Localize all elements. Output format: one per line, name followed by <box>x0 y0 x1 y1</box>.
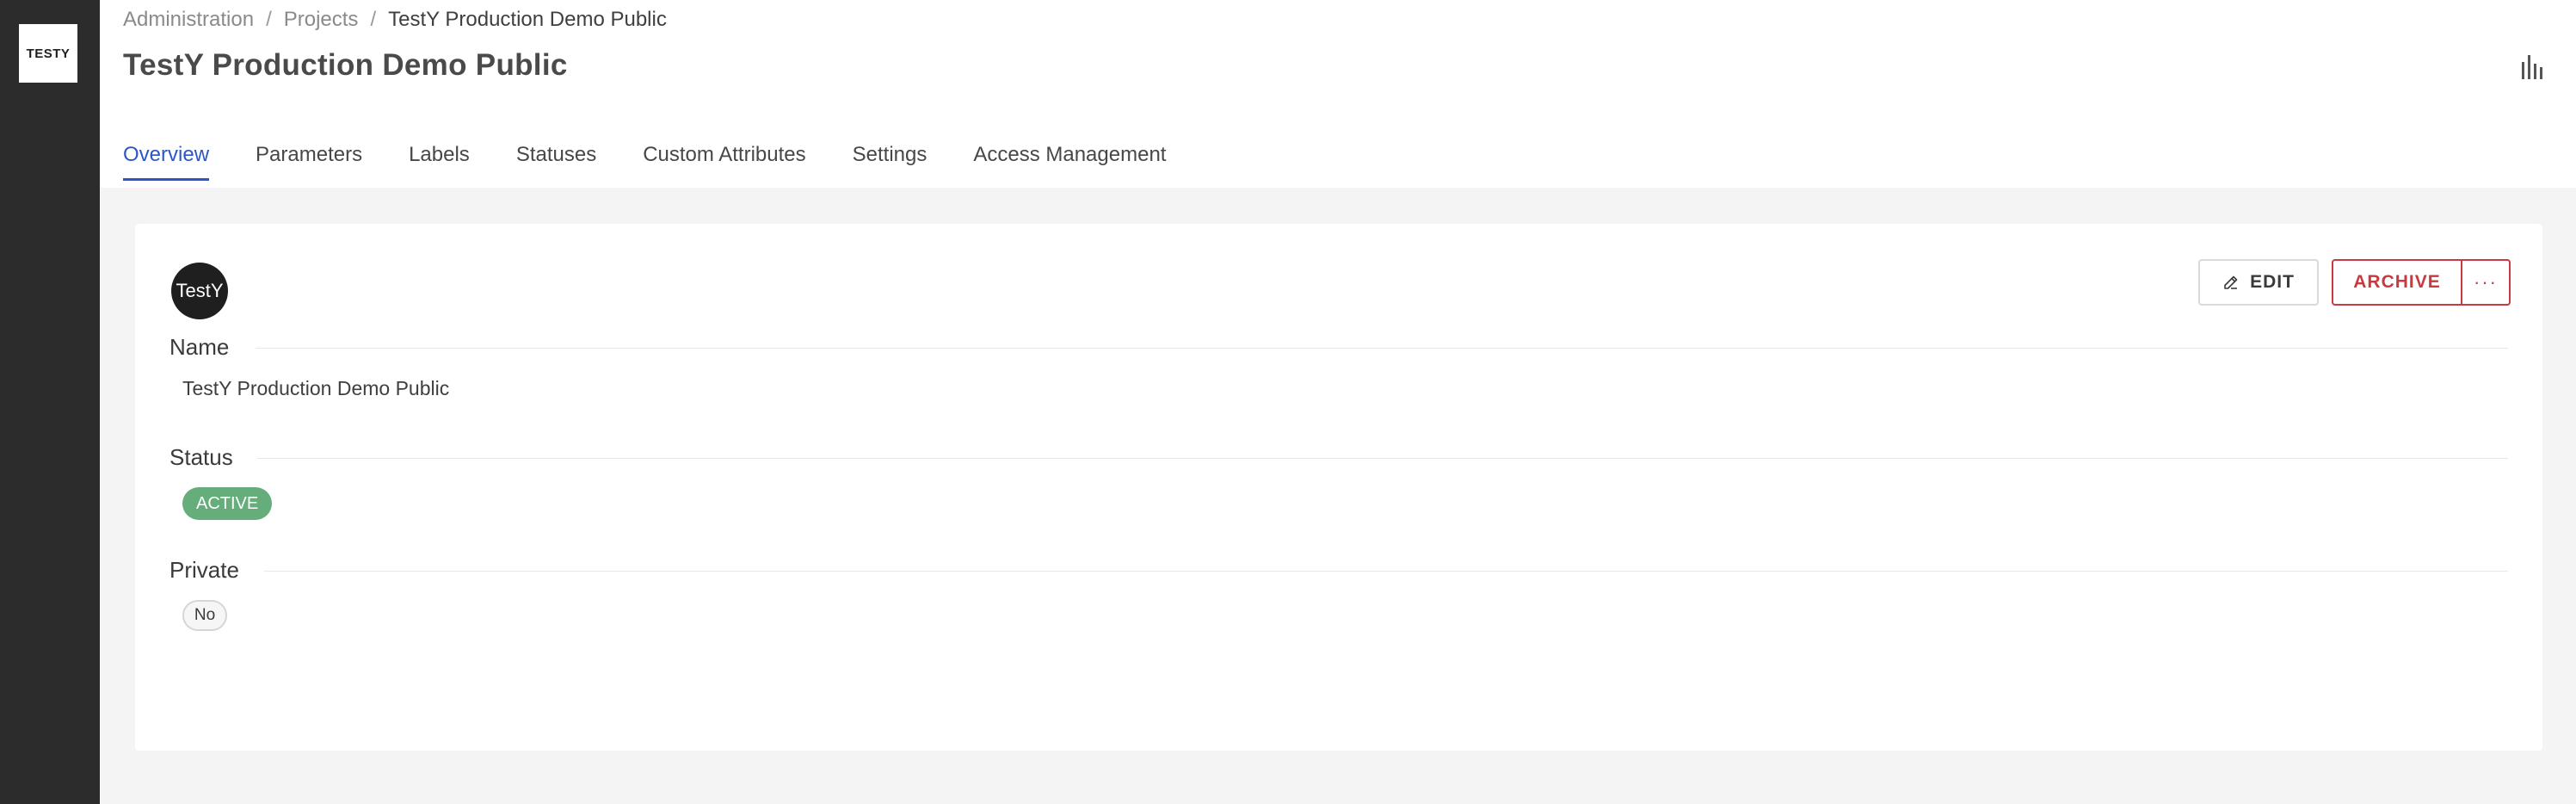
project-name-value: TestY Production Demo Public <box>182 377 450 399</box>
tab-access-management[interactable]: Access Management <box>973 136 1166 181</box>
breadcrumb: Administration / Projects / TestY Produc… <box>123 7 667 33</box>
tab-custom-attributes[interactable]: Custom Attributes <box>643 136 805 181</box>
tab-parameters[interactable]: Parameters <box>256 136 362 181</box>
tab-settings[interactable]: Settings <box>853 136 927 181</box>
tab-labels[interactable]: Labels <box>409 136 470 181</box>
status-label: Status <box>169 444 233 470</box>
edit-button[interactable]: EDIT <box>2198 259 2319 306</box>
breadcrumb-current: TestY Production Demo Public <box>388 8 667 31</box>
breadcrumb-item-projects[interactable]: Projects <box>284 8 359 32</box>
tab-bar: Overview Parameters Labels Statuses Cust… <box>123 136 1212 188</box>
divider <box>257 458 2508 459</box>
edit-button-label: EDIT <box>2250 272 2295 292</box>
sidebar: TESTY <box>0 0 100 804</box>
breadcrumb-item-administration[interactable]: Administration <box>123 8 254 32</box>
project-overview-card: TestY EDIT ARCHIVE ··· Name TestY Produc… <box>135 224 2542 751</box>
divider <box>264 571 2508 572</box>
breadcrumb-separator: / <box>266 8 272 31</box>
tab-statuses[interactable]: Statuses <box>516 136 596 181</box>
project-avatar: TestY <box>171 263 228 319</box>
page-title: TestY Production Demo Public <box>123 48 568 82</box>
divider <box>256 348 2508 349</box>
tab-overview[interactable]: Overview <box>123 136 210 181</box>
more-options-icon[interactable]: ··· <box>2462 261 2509 304</box>
status-badge: ACTIVE <box>182 487 273 520</box>
bar-chart-icon[interactable] <box>2519 53 2547 79</box>
app-logo[interactable]: TESTY <box>19 24 77 83</box>
pencil-icon <box>2224 275 2238 289</box>
private-label: Private <box>169 557 239 583</box>
breadcrumb-separator: / <box>370 8 377 31</box>
archive-button[interactable]: ARCHIVE <box>2333 261 2462 304</box>
archive-button-group: ARCHIVE ··· <box>2332 259 2511 306</box>
private-badge: No <box>182 600 227 631</box>
name-label: Name <box>169 334 230 360</box>
